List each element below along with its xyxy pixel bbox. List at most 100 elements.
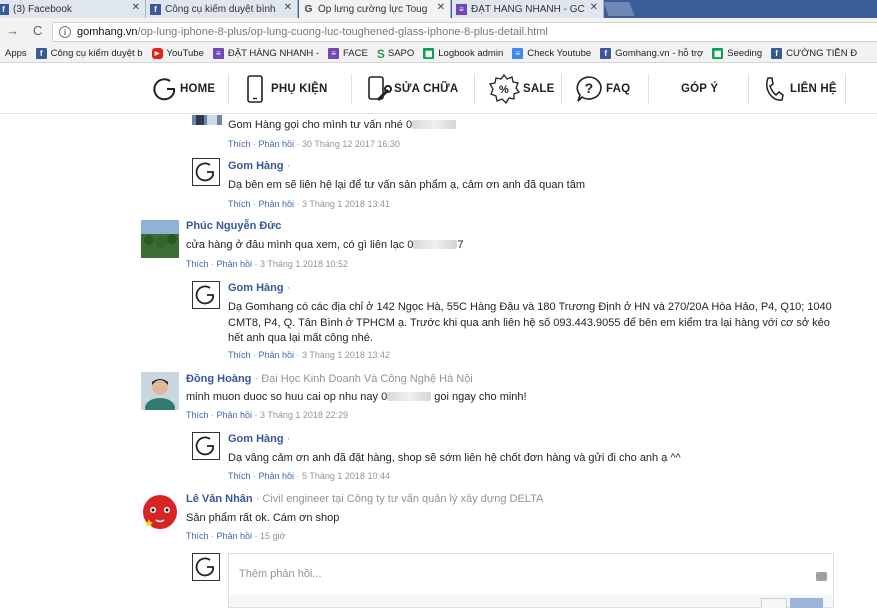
reply-link[interactable]: Phản hồi: [259, 139, 295, 149]
home-logo-icon: [153, 78, 175, 101]
facebook-icon: f: [0, 3, 9, 15]
info-icon[interactable]: i: [59, 26, 71, 38]
youtube-icon: ▶: [151, 48, 163, 59]
sale-badge-icon: %: [488, 73, 520, 105]
camera-icon[interactable]: [816, 572, 827, 581]
gomhang-avatar[interactable]: [192, 158, 220, 186]
bookmark-item[interactable]: ≡ FACE: [328, 48, 368, 59]
comment-time[interactable]: 5 Tháng 1 2018 10:44: [302, 471, 390, 481]
back-arrow-icon[interactable]: →: [6, 23, 19, 38]
gomhang-avatar[interactable]: [192, 432, 220, 460]
comment-meta: Thích · Phản hồi · 30 Tháng 12 2017 16:3…: [228, 139, 400, 149]
bookmark-item[interactable]: ≡ ĐẶT HÀNG NHANH -: [212, 48, 319, 59]
bookmark-item[interactable]: S SAPO: [377, 47, 414, 61]
question-bubble-icon: ?: [576, 76, 602, 102]
url-host: gomhang.vn: [77, 26, 138, 38]
like-link[interactable]: Thích: [186, 259, 209, 269]
nav-divider: [561, 74, 562, 104]
like-link[interactable]: Thích: [228, 471, 251, 481]
bookmark-item[interactable]: ▶ YouTube: [151, 48, 204, 59]
tab-moderation-tool[interactable]: f Công cụ kiểm duyệt bình ✕: [146, 0, 298, 18]
avatar[interactable]: [141, 372, 179, 410]
like-link[interactable]: Thích: [228, 350, 251, 360]
form-icon: ≡: [456, 3, 467, 15]
nav-home[interactable]: HOME: [152, 64, 215, 114]
reply-link[interactable]: Phản hồi: [217, 410, 253, 420]
doc-icon: ≡: [512, 48, 524, 59]
cancel-button[interactable]: [761, 598, 787, 608]
comment-time[interactable]: 15 giờ: [260, 531, 285, 541]
gomhang-avatar[interactable]: [192, 281, 220, 309]
bookmarks-bar: Apps f Công cụ kiểm duyệt b ▶ YouTube ≡ …: [0, 45, 877, 63]
avatar[interactable]: [141, 220, 179, 258]
bookmark-label: Logbook admin: [438, 48, 504, 59]
comment-author[interactable]: Phúc Nguyễn Đức: [186, 220, 281, 232]
comment-time[interactable]: 3 Tháng 1 2018 10:52: [260, 259, 348, 269]
comment-time[interactable]: 30 Tháng 12 2017 16:30: [302, 139, 400, 149]
nav-divider: [648, 74, 649, 104]
reply-link[interactable]: Phản hồi: [217, 531, 253, 541]
form-icon: ≡: [212, 48, 224, 59]
reply-link[interactable]: Phản hồi: [259, 350, 295, 360]
nav-sale[interactable]: % SALE: [488, 64, 554, 114]
like-link[interactable]: Thích: [186, 531, 209, 541]
comment-author[interactable]: Gom Hàng ·: [228, 160, 290, 172]
avatar[interactable]: [141, 492, 179, 530]
like-link[interactable]: Thích: [228, 139, 251, 149]
reply-footer: [228, 595, 834, 608]
tab-quick-order[interactable]: ≡ ĐẶT HÀNG NHANH - GC ✕: [452, 0, 604, 18]
nav-faq-label: FAQ: [606, 83, 631, 95]
comment-author[interactable]: Gom Hàng ·: [228, 433, 290, 445]
bookmark-item[interactable]: f Gomhang.vn - hỗ trợ: [600, 48, 703, 59]
comment-author[interactable]: Đồng Hoàng · Đại Học Kinh Doanh Và Công …: [186, 373, 473, 385]
like-link[interactable]: Thích: [228, 199, 251, 209]
close-icon[interactable]: ✕: [590, 2, 598, 13]
comment-time[interactable]: 3 Tháng 1 2018 13:41: [302, 199, 390, 209]
reload-icon[interactable]: C: [33, 23, 42, 38]
bookmark-item[interactable]: ▦ Seeding: [712, 48, 762, 59]
new-tab-button[interactable]: [603, 2, 635, 16]
reply-link[interactable]: Phản hồi: [259, 199, 295, 209]
tab-label: ĐẶT HÀNG NHANH - GC: [471, 3, 585, 15]
url-input[interactable]: i gomhang.vn/op-lung-iphone-8-plus/op-lu…: [52, 22, 877, 42]
svg-text:?: ?: [585, 80, 594, 96]
gomhang-logo-icon: [195, 162, 214, 182]
nav-contact[interactable]: LIÊN HỆ: [762, 64, 837, 114]
comment-time[interactable]: 3 Tháng 1 2018 22:29: [260, 410, 348, 420]
comment-text: cửa hàng ở đâu mình qua xem, có gì liên …: [186, 239, 464, 251]
close-icon[interactable]: ✕: [132, 2, 140, 13]
comment-time[interactable]: 3 Tháng 1 2018 13:42: [302, 350, 390, 360]
nav-repair[interactable]: SỬA CHỮA: [366, 64, 458, 114]
bookmark-item[interactable]: f CƯỜNG TIỀN Đ: [771, 48, 857, 59]
bookmark-item[interactable]: ▦ Logbook admin: [423, 48, 503, 59]
avatar[interactable]: [192, 115, 222, 125]
tab-label: Công cụ kiểm duyệt bình: [165, 3, 276, 15]
close-icon[interactable]: ✕: [284, 2, 292, 13]
post-button[interactable]: [790, 598, 823, 608]
nav-feedback[interactable]: GÓP Ý: [681, 64, 718, 114]
comment-meta: Thích · Phản hồi · 5 Tháng 1 2018 10:44: [228, 471, 390, 481]
bookmark-item[interactable]: f Công cụ kiểm duyệt b: [35, 48, 143, 59]
nav-accessories[interactable]: PHỤ KIỆN: [245, 64, 328, 114]
tab-product-page[interactable]: G Ốp lưng cường lực Toug ✕: [299, 0, 451, 18]
comment-author[interactable]: Gom Hàng ·: [228, 282, 290, 294]
bookmark-item[interactable]: ≡ Check Youtube: [512, 48, 591, 59]
close-icon[interactable]: ✕: [437, 2, 445, 13]
bookmark-label: Gomhang.vn - hỗ trợ: [615, 48, 704, 59]
reply-link[interactable]: Phản hồi: [259, 471, 295, 481]
nav-divider: [351, 74, 352, 104]
nav-faq[interactable]: ? FAQ: [575, 64, 630, 114]
bookmark-label: CƯỜNG TIỀN Đ: [786, 48, 858, 59]
gomhang-avatar: [192, 553, 220, 581]
gomhang-logo-icon: [195, 285, 214, 305]
reply-link[interactable]: Phản hồi: [217, 259, 253, 269]
facebook-icon: f: [600, 48, 612, 59]
bookmark-apps[interactable]: Apps: [5, 48, 27, 59]
bookmark-label: Check Youtube: [527, 48, 592, 59]
nav-divider: [228, 74, 229, 104]
tab-facebook[interactable]: f (3) Facebook ✕: [0, 0, 146, 18]
like-link[interactable]: Thích: [186, 410, 209, 420]
comment-author[interactable]: Lê Văn Nhân · Civil engineer tại Công ty…: [186, 493, 543, 505]
sale-badge-label: %: [499, 84, 509, 96]
facebook-icon: f: [150, 3, 161, 15]
